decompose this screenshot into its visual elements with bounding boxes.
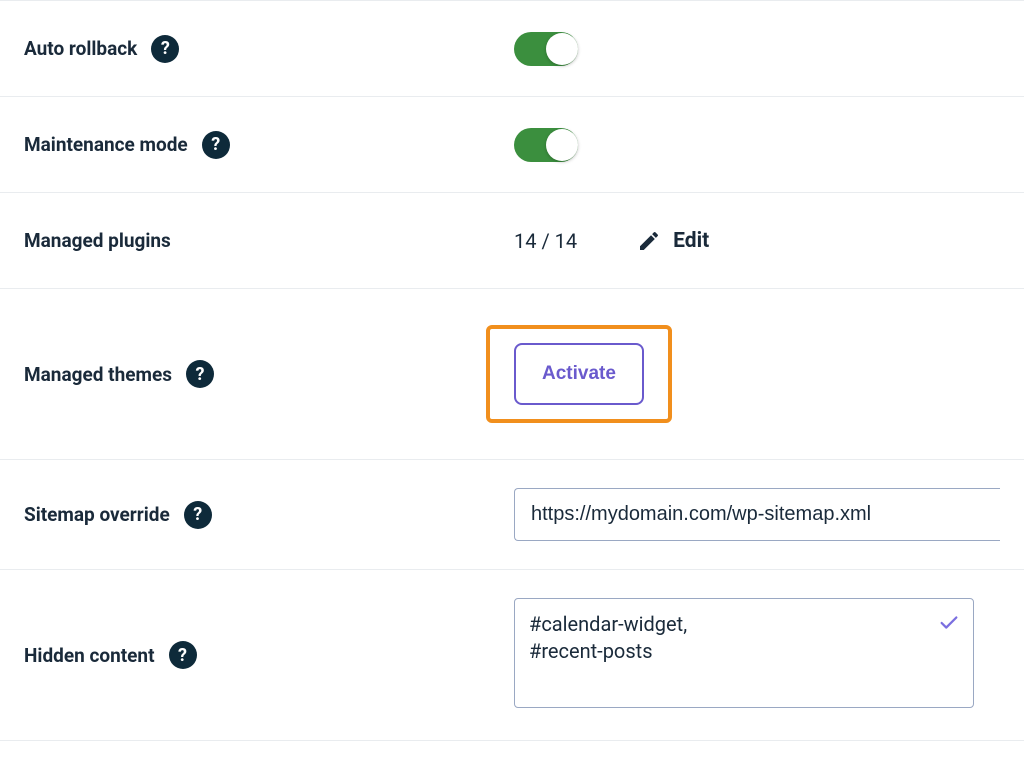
- maintenance-mode-label: Maintenance mode: [24, 133, 188, 156]
- value-cell: [514, 128, 1000, 162]
- managed-themes-label: Managed themes: [24, 363, 172, 386]
- value-cell: 14 / 14 Edit: [514, 229, 1000, 253]
- pencil-icon: [637, 229, 661, 253]
- help-icon[interactable]: ?: [184, 501, 212, 529]
- help-icon[interactable]: ?: [186, 360, 214, 388]
- sitemap-override-input[interactable]: [514, 488, 1000, 541]
- label-cell: Auto rollback ?: [24, 35, 514, 63]
- edit-button[interactable]: Edit: [637, 229, 709, 253]
- label-cell: Managed plugins: [24, 229, 514, 252]
- managed-plugins-label: Managed plugins: [24, 229, 171, 252]
- edit-label: Edit: [673, 229, 709, 253]
- row-maintenance-mode: Maintenance mode ?: [0, 96, 1024, 192]
- help-icon[interactable]: ?: [202, 131, 230, 159]
- highlight-box: Activate: [486, 325, 672, 423]
- auto-rollback-label: Auto rollback: [24, 37, 137, 60]
- row-managed-plugins: Managed plugins 14 / 14 Edit: [0, 192, 1024, 288]
- label-cell: Maintenance mode ?: [24, 131, 514, 159]
- hidden-content-textarea[interactable]: [514, 598, 974, 708]
- activate-button[interactable]: Activate: [514, 343, 644, 405]
- managed-plugins-count: 14 / 14: [514, 229, 577, 253]
- hidden-content-wrap: [514, 598, 974, 712]
- label-cell: Sitemap override ?: [24, 501, 514, 529]
- value-cell: [514, 598, 1000, 712]
- row-trailing-divider: [0, 740, 1024, 760]
- help-icon[interactable]: ?: [169, 641, 197, 669]
- toggle-knob: [546, 129, 578, 161]
- value-cell: Activate: [514, 325, 1000, 423]
- value-cell: [514, 32, 1000, 66]
- row-managed-themes: Managed themes ? Activate: [0, 288, 1024, 459]
- label-cell: Managed themes ?: [24, 360, 514, 388]
- help-icon[interactable]: ?: [151, 35, 179, 63]
- row-auto-rollback: Auto rollback ?: [0, 0, 1024, 96]
- hidden-content-label: Hidden content: [24, 644, 155, 667]
- check-icon: [938, 612, 960, 638]
- toggle-knob: [546, 33, 578, 65]
- sitemap-override-label: Sitemap override: [24, 503, 170, 526]
- auto-rollback-toggle[interactable]: [514, 32, 578, 66]
- label-cell: Hidden content ?: [24, 641, 514, 669]
- row-sitemap-override: Sitemap override ?: [0, 459, 1024, 569]
- value-cell: [514, 488, 1000, 541]
- maintenance-mode-toggle[interactable]: [514, 128, 578, 162]
- row-hidden-content: Hidden content ?: [0, 569, 1024, 740]
